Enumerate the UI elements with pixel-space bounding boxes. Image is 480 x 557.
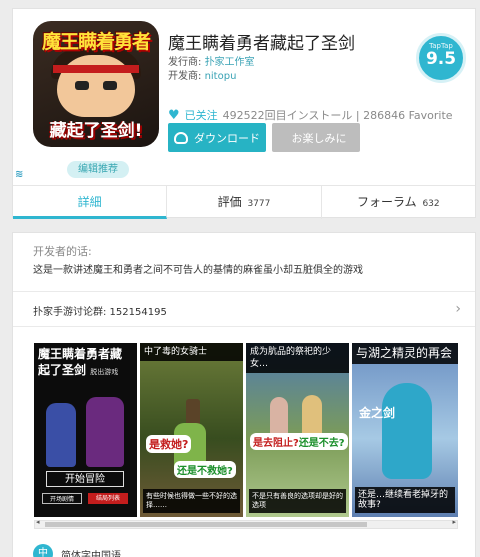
screenshot-4-title: 与湖之精灵的再会 — [352, 343, 458, 364]
screenshot-gallery[interactable]: 魔王瞒着勇者藏起了圣剑 脱出游戏 开始冒险 开场剧情 结局列表 中了毒的女骑士 … — [34, 343, 458, 517]
gallery-scrollbar[interactable]: ◂ ▸ — [34, 518, 458, 529]
gamepad-icon — [174, 131, 188, 144]
screenshot-3-title: 成为肮品的祭祀的少女… — [246, 343, 349, 373]
coming-soon-button[interactable]: お楽しみに — [272, 123, 360, 152]
developer-label: 开发商: — [168, 71, 202, 82]
developer-note-text: 这是一款讲述魔王和勇者之间不可告人的基情的麻雀虽小却五脏俱全的游戏 — [33, 265, 363, 276]
developer-note-label: 开发者的话: — [33, 245, 92, 258]
coming-soon-label: お楽しみに — [291, 131, 347, 145]
editor-pick-badge: 编辑推荐 — [67, 161, 129, 178]
download-button-label: ダウンロード — [194, 131, 260, 145]
screenshot-2-title: 中了毒的女骑士 — [140, 343, 243, 361]
developer-link[interactable]: nitopu — [205, 71, 237, 82]
rating-score-badge: TapTap 9.5 — [416, 33, 466, 83]
screenshot-3[interactable]: 成为肮品的祭祀的少女… 是去阻止?还是不去? 不是只有善良的选项却是好的选项 — [246, 343, 349, 517]
screenshot-3-caption: 不是只有善良的选项却是好的选项 — [249, 489, 346, 513]
gallery-scrollbar-thumb[interactable] — [45, 522, 367, 527]
tab-reviews[interactable]: 評価 3777 — [167, 186, 322, 219]
language-text: 简体字中国语 — [61, 551, 121, 557]
install-favorite-stats: 492522回目インストール | 286846 Favorite — [222, 109, 453, 122]
icon-subtitle-text: 藏起了圣剑! — [49, 121, 143, 141]
heart-icon[interactable]: ♥ — [168, 108, 180, 123]
girl-figure — [270, 397, 288, 437]
demon-king-figure — [86, 397, 124, 467]
screenshot-1-subtitle: 脱出游戏 — [90, 368, 119, 376]
screenshot-3-choice-a: 是去阻止? — [253, 438, 299, 449]
icon-eye-right — [103, 81, 117, 90]
screenshot-1[interactable]: 魔王瞒着勇者藏起了圣剑 脱出游戏 开始冒险 开场剧情 结局列表 — [34, 343, 137, 517]
qq-group-row[interactable]: 扑家手游讨论群: 152154195 › — [13, 291, 475, 327]
publisher-line: 发行商: 扑家工作室 — [168, 53, 255, 68]
scroll-left-icon[interactable]: ◂ — [36, 518, 40, 526]
description-card: 开发者的话: 这是一款讲述魔王和勇者之间不可告人的基情的麻雀虽小却五脏俱全的游戏… — [12, 232, 476, 557]
app-header-card: 魔王瞒着勇者 藏起了圣剑! ≋ 编辑推荐 魔王瞒着勇者藏起了圣剑 发行商: 扑家… — [12, 8, 476, 219]
language-icon: 中 — [33, 544, 53, 557]
app-title: 魔王瞒着勇者藏起了圣剑 — [168, 34, 355, 54]
icon-eye-left — [75, 81, 89, 90]
tab-details[interactable]: 詳細 — [13, 186, 168, 219]
icon-headband — [53, 65, 139, 73]
tab-details-label: 詳細 — [77, 195, 102, 209]
screenshot-2-caption: 有些时候也得做一些不好的选择…… — [143, 489, 240, 513]
chevron-right-icon: › — [455, 301, 461, 317]
editor-pick-icon: ≋ — [15, 169, 24, 180]
screenshot-4[interactable]: 与湖之精灵的再会 金之剑 还是…继续看老掉牙的故事? — [352, 343, 458, 517]
download-button[interactable]: ダウンロード — [168, 123, 266, 152]
tab-reviews-count: 3777 — [247, 199, 271, 209]
score-value: 9.5 — [425, 49, 457, 69]
screenshot-4-caption: 还是…继续看老掉牙的故事? — [355, 487, 455, 513]
tab-forum[interactable]: フォーラム 632 — [322, 186, 475, 219]
app-icon[interactable]: 魔王瞒着勇者 藏起了圣剑! — [33, 21, 159, 147]
scroll-right-icon[interactable]: ▸ — [452, 518, 456, 526]
tab-forum-count: 632 — [422, 199, 440, 209]
screenshot-2[interactable]: 中了毒的女骑士 是救她? 还是不救她? 有些时候也得做一些不好的选择…… — [140, 343, 243, 517]
opening-story-label: 开场剧情 — [42, 493, 82, 504]
screenshot-3-choice-b: 还是不去? — [298, 438, 345, 449]
stats-line: ♥ 已关注 492522回目インストール | 286846 Favorite — [168, 107, 453, 123]
follow-status[interactable]: 已关注 — [185, 107, 218, 123]
tab-forum-label: フォーラム — [356, 195, 417, 209]
tab-reviews-label: 評価 — [217, 195, 242, 209]
ending-list-label: 结局列表 — [88, 493, 128, 504]
developer-line: 开发商: nitopu — [168, 67, 236, 82]
lake-spirit-figure — [382, 383, 432, 479]
screenshot-1-title: 魔王瞒着勇者藏起了圣剑 脱出游戏 — [34, 343, 137, 383]
score-tag: TapTap — [429, 42, 453, 50]
detail-tabs: 詳細 評価 3777 フォーラム 632 — [13, 185, 475, 219]
icon-title-text: 魔王瞒着勇者 — [41, 31, 151, 53]
screenshot-4-sword-label: 金之剑 — [359, 406, 396, 420]
start-adventure-label: 开始冒险 — [46, 471, 124, 487]
screenshot-2-choice-b: 还是不救她? — [174, 461, 236, 478]
qq-group-text: 扑家手游讨论群: 152154195 — [33, 307, 167, 318]
hero-figure — [46, 403, 76, 467]
screenshot-2-choice-a: 是救她? — [146, 435, 192, 453]
screenshot-3-choice: 是去阻止?还是不去? — [250, 433, 348, 450]
